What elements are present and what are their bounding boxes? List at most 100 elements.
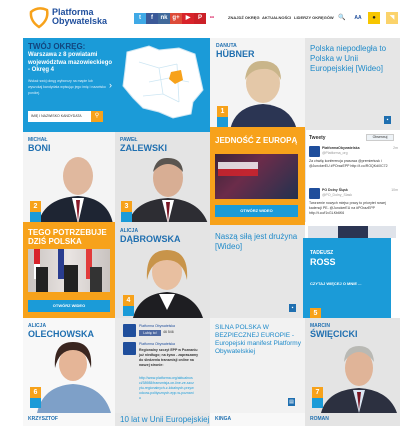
candidate-number: 7	[312, 387, 323, 398]
rss-icon[interactable]: ◥	[386, 12, 398, 24]
candidate-card-6[interactable]: ALICJA OLECHOWSKA 6	[23, 318, 115, 413]
candidate-number: 4	[123, 295, 134, 306]
article-icon[interactable]: ▪	[289, 304, 296, 312]
tweet-author[interactable]: PlatformaObywatelska	[322, 146, 360, 150]
facebook-post-author[interactable]: Platforma Obywatelska	[139, 342, 175, 347]
font-size-button[interactable]: AA	[352, 12, 364, 24]
facebook-page-name[interactable]: Platforma Obywatelska	[139, 324, 175, 329]
candidate-card-8[interactable]: KRZYSZTOF	[23, 413, 115, 426]
tweet-text: Tworzenie nowych miejsc pracy to prioryt…	[309, 201, 386, 215]
candidate-last-name: DĄBROWSKA	[120, 234, 181, 244]
facebook-icon[interactable]: f	[146, 13, 158, 24]
candidate-last-name: ROSS	[310, 257, 336, 267]
document-icon[interactable]: ▤	[288, 398, 295, 406]
tweet-author[interactable]: PO Dolny Śląsk	[322, 188, 348, 192]
candidate-search-input[interactable]: IMIĘ I NAZWISKO KANDYDATA	[28, 111, 91, 122]
district-description: Wskaż swój okręg wyborczy na mapie lub w…	[28, 79, 106, 95]
twitter-icon[interactable]: t	[134, 13, 146, 24]
candidate-card-10[interactable]: ROMAN	[305, 413, 400, 426]
candidate-card-5[interactable]: TADEUSZ ROSS CZYTAJ WIĘCEJ O MNIE ... 5	[300, 226, 400, 320]
district-heading: TWÓJ OKRĘG:	[28, 42, 86, 51]
video-card[interactable]: JEDNOŚĆ Z EUROPĄ OTWÓRZ WIDEO	[210, 130, 305, 222]
candidate-photo	[230, 60, 297, 130]
candidate-first-name: TADEUSZ	[310, 250, 334, 256]
logo-heart-icon	[29, 7, 49, 29]
tweet-handle: @Platforma_org	[322, 151, 348, 155]
candidate-card-3[interactable]: PAWEŁ ZALEWSKI 3	[115, 130, 210, 222]
facebook-page-avatar	[123, 324, 136, 337]
facebook-post-text: Regionalny szczyt EPP w Poznaniu już nie…	[139, 348, 199, 367]
twitter-feed: Tweety Obserwuj PlatformaObywatelska 2m @…	[305, 130, 400, 222]
facebook-like-count: 46 546	[163, 330, 174, 334]
district-name: Warszawa z 8 powiatami województwa mazow…	[28, 52, 113, 73]
map-icon	[30, 398, 41, 408]
contrast-icon[interactable]: ●	[368, 12, 380, 24]
search-button[interactable]: ⚲	[91, 111, 103, 122]
candidate-card-9[interactable]: KINGA	[210, 413, 305, 426]
news-card[interactable]: Naszą siłą jest drużyna [Wideo] ▪	[210, 222, 305, 318]
video-title: JEDNOŚĆ Z EUROPĄ	[215, 136, 298, 145]
news-title[interactable]: SILNA POLSKA W BEZPIECZNEJ EUROPIE - Eur…	[215, 324, 303, 356]
candidate-first-name: KINGA	[215, 416, 232, 422]
candidate-number: 1	[217, 106, 228, 117]
video-card[interactable]: TEGO POTRZEBUJE DZIŚ POLSKA OTWÓRZ WIDEO	[23, 222, 115, 318]
candidate-card-1[interactable]: DANUTA HÜBNER 1	[210, 38, 305, 130]
candidate-card-4[interactable]: ALICJA DĄBROWSKA 4	[115, 222, 210, 318]
map-icon	[312, 398, 323, 408]
map-icon	[217, 117, 228, 127]
news-title[interactable]: 10 lat w Unii Europejskiej	[120, 415, 210, 425]
candidate-last-name: ŚWIĘCICKI	[310, 329, 358, 339]
tweet-avatar	[309, 188, 320, 199]
candidate-photo	[128, 157, 208, 222]
nav-find-district[interactable]: ZNAJDŹ OKRĘG	[228, 15, 260, 20]
news-title[interactable]: Polska niepodległa to Polska w Unii Euro…	[310, 44, 396, 74]
map-icon	[121, 212, 132, 222]
facebook-widget: Platforma Obywatelska Lubię to! 46 546 P…	[115, 318, 210, 413]
candidate-photo	[37, 342, 111, 413]
candidate-card-7[interactable]: MARCIN ŚWIĘCICKI 7	[305, 318, 400, 413]
poland-map[interactable]	[119, 42, 205, 122]
video-thumbnail[interactable]	[28, 249, 110, 292]
news-card[interactable]: 10 lat w Unii Europejskiej	[115, 413, 210, 426]
tweet-text: Za chwilę konferencja prasowa @premiertu…	[309, 159, 388, 168]
follow-button[interactable]: Obserwuj	[366, 134, 394, 141]
logo[interactable]: Platforma Obywatelska	[28, 6, 118, 30]
search-icon[interactable]: 🔍	[336, 12, 348, 24]
news-title[interactable]: Naszą siłą jest drużyna [Wideo]	[215, 232, 300, 252]
video-thumbnail[interactable]	[215, 154, 298, 199]
facebook-post-link[interactable]: http://www.platforma.org/aktualnosci/389…	[139, 376, 194, 409]
header: Platforma Obywatelska t f nk g+ ▶ P •• ZNAJDŹ O…	[0, 0, 420, 38]
candidate-number: 6	[30, 387, 41, 398]
tweet-handle: @PO_Dolny_Slask	[322, 193, 353, 197]
tweet-time: 2m	[393, 146, 398, 150]
candidate-card-2[interactable]: MICHAŁ BONI 2	[23, 130, 115, 222]
logo-text-2: Obywatelska	[52, 16, 108, 26]
nav-leaders[interactable]: LIDERZY OKRĘGÓW	[294, 15, 334, 20]
open-video-button[interactable]: OTWÓRZ WIDEO	[28, 300, 110, 312]
map-icon	[123, 306, 134, 316]
news-card[interactable]: Polska niepodległa to Polska w Unii Euro…	[305, 38, 400, 130]
chevron-right-icon[interactable]: ›	[109, 80, 112, 90]
pinterest-icon[interactable]: P	[194, 13, 206, 24]
candidate-first-name: ROMAN	[310, 416, 329, 422]
tweet-time: 10m	[391, 188, 398, 192]
open-video-button[interactable]: OTWÓRZ WIDEO	[215, 205, 298, 217]
video-title: TEGO POTRZEBUJE DZIŚ POLSKA	[28, 228, 107, 246]
nk-icon[interactable]: nk	[158, 13, 170, 24]
article-icon[interactable]: ▪	[384, 116, 391, 124]
tweets-heading: Tweety	[309, 135, 326, 141]
google-plus-icon[interactable]: g+	[170, 13, 182, 24]
candidate-photo	[133, 250, 203, 318]
facebook-like-button[interactable]: Lubię to!	[139, 330, 161, 336]
candidate-number: 3	[121, 201, 132, 212]
district-panel: TWÓJ OKRĘG: Warszawa z 8 powiatami wojew…	[23, 38, 210, 130]
flickr-icon[interactable]: ••	[206, 13, 218, 24]
candidate-photo	[321, 346, 397, 413]
candidate-number: 2	[30, 201, 41, 212]
candidate-first-name: KRZYSZTOF	[28, 416, 58, 422]
news-card[interactable]: SILNA POLSKA W BEZPIECZNEJ EUROPIE - Eur…	[210, 318, 305, 413]
youtube-icon[interactable]: ▶	[182, 13, 194, 24]
map-icon	[30, 212, 41, 222]
nav-news[interactable]: AKTUALNOŚCI	[262, 15, 291, 20]
read-more-link[interactable]: CZYTAJ WIĘCEJ O MNIE ...	[310, 281, 362, 286]
